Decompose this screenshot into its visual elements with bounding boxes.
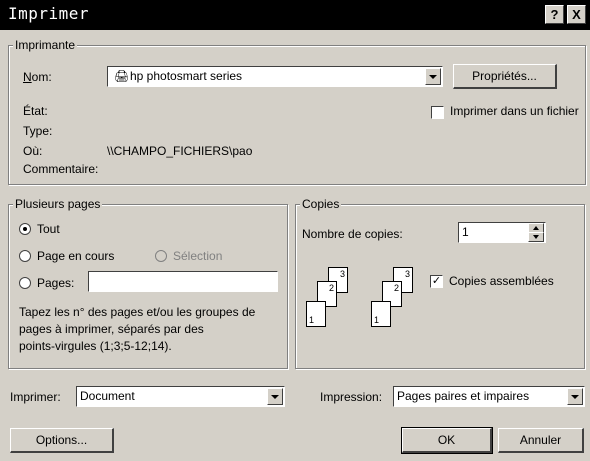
chevron-down-icon[interactable]	[425, 68, 441, 85]
pages-input[interactable]	[88, 271, 278, 292]
selection-radio[interactable]	[155, 250, 167, 262]
help-button[interactable]: ?	[545, 5, 564, 24]
print-dialog: Imprimer ? X Imprimante Nom: 🖨 hp photos…	[0, 0, 590, 461]
title-bar[interactable]: Imprimer ? X	[0, 0, 590, 30]
chevron-down-icon[interactable]	[567, 388, 583, 405]
printer-group-title: Imprimante	[13, 38, 78, 52]
printer-type-label: Type:	[23, 124, 53, 138]
print-to-file-label[interactable]: Imprimer dans un fichier	[450, 104, 579, 118]
options-button-label: Options...	[35, 433, 88, 447]
printer-where-label: Où:	[23, 144, 43, 158]
pages-label[interactable]: Pages:	[37, 276, 74, 290]
copies-count-value: 1	[462, 225, 469, 239]
chevron-down-icon[interactable]	[267, 388, 283, 405]
print-what-label: Imprimer:	[10, 390, 61, 404]
page-range-group-title: Plusieurs pages	[13, 197, 103, 211]
copies-group-title: Copies	[300, 197, 342, 211]
print-mode-select[interactable]: Pages paires et impaires	[393, 386, 585, 407]
cancel-button-label: Annuler	[519, 433, 562, 447]
printer-icon: 🖨	[114, 69, 130, 83]
page-icon: 1	[371, 301, 391, 327]
collate-label[interactable]: Copies assemblées	[449, 274, 554, 288]
all-pages-radio[interactable]	[19, 223, 31, 235]
printer-state-label: État:	[23, 104, 48, 118]
printer-comment-label: Commentaire:	[23, 162, 99, 176]
ok-button-label: OK	[437, 433, 456, 447]
print-what-value: Document	[80, 389, 135, 403]
copies-count-label: Nombre de copies:	[302, 227, 403, 241]
printer-where-value: \\CHAMPO_FICHIERS\pao	[107, 144, 253, 158]
print-mode-label: Impression:	[320, 390, 383, 404]
properties-button-label: Propriétés...	[472, 69, 537, 83]
selection-label: Sélection	[173, 249, 223, 263]
printer-name-label: Nom:	[23, 70, 52, 84]
options-button[interactable]: Options...	[10, 428, 114, 453]
collate-checkbox[interactable]: ✓	[430, 275, 443, 288]
cancel-button[interactable]: Annuler	[498, 428, 584, 453]
printer-group: Imprimante Nom: 🖨 hp photosmart series P…	[8, 38, 586, 185]
spin-down-icon[interactable]	[528, 232, 544, 242]
current-page-radio[interactable]	[19, 250, 31, 262]
print-to-file-checkbox[interactable]	[431, 106, 444, 119]
page-range-group: Plusieurs pages Tout Page en cours Sélec…	[8, 197, 288, 369]
current-page-label[interactable]: Page en cours	[37, 249, 114, 263]
properties-button[interactable]: Propriétés...	[453, 64, 557, 89]
copies-count-input[interactable]: 1	[458, 222, 546, 243]
copies-group: Copies Nombre de copies: 1 3 2 1 3 2 1 ✓…	[295, 197, 585, 369]
printer-name-value: hp photosmart series	[130, 69, 243, 83]
close-button[interactable]: X	[567, 5, 586, 24]
window-title: Imprimer	[8, 4, 90, 23]
print-mode-value: Pages paires et impaires	[397, 389, 530, 403]
ok-button[interactable]: OK	[401, 427, 493, 454]
printer-name-select[interactable]: 🖨 hp photosmart series	[107, 66, 443, 87]
pages-radio[interactable]	[19, 277, 31, 289]
page-range-help-line-1: Tapez les n° des pages et/ou les groupes…	[19, 305, 256, 319]
page-icon: 1	[306, 301, 326, 327]
all-pages-label[interactable]: Tout	[37, 222, 60, 236]
print-what-select[interactable]: Document	[76, 386, 285, 407]
page-range-help-line-2: pages à imprimer, séparés par des	[19, 322, 204, 336]
page-range-help-line-3: points-virgules (1;3;5-12;14).	[19, 339, 172, 353]
